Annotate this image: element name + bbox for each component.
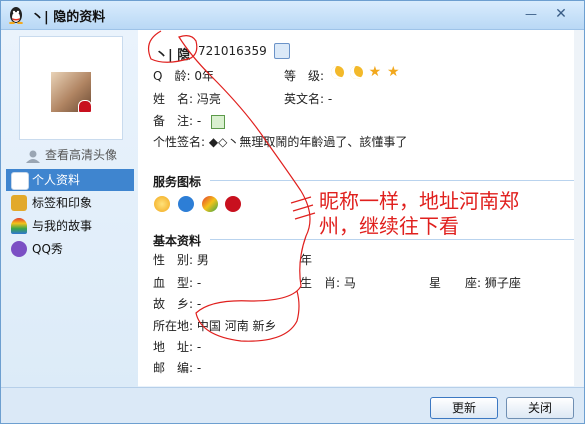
annotation-note: 昵称一样，地址河南郑 州，继续往下看 <box>297 189 577 239</box>
location-circle-stroke <box>195 190 311 342</box>
nickname-circle-stroke <box>148 30 302 192</box>
annotation-line-2: 州，继续往下看 <box>319 214 459 238</box>
profile-window: 丶| 隐的资料 — ✕ 查看高清头像 个人资料 标签和印象 与我的故事 QQ秀 … <box>0 0 585 424</box>
annotation-line-1: 昵称一样，地址河南郑 <box>319 189 519 213</box>
